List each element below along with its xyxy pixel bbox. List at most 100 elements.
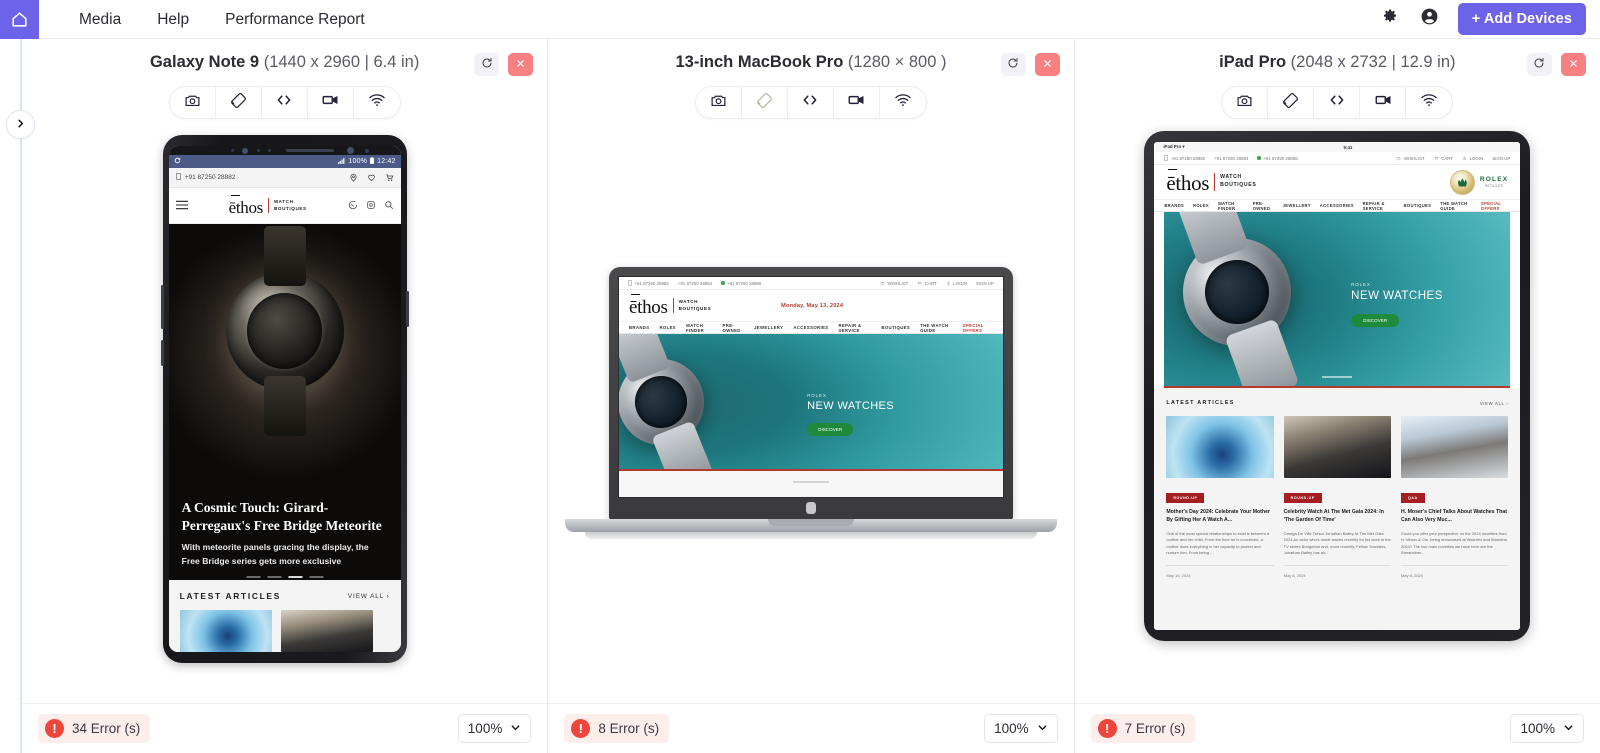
site-logo[interactable]: ēthos WATCH BOUTIQUES [1166,169,1256,194]
whatsapp-icon[interactable] [348,197,358,215]
error-badge[interactable]: ! 34 Error (s) [38,714,151,743]
carousel-dot[interactable] [309,576,324,578]
utility-wishlist[interactable]: WISHLIST [1396,156,1425,161]
article-thumbnail[interactable] [179,610,272,652]
utility-phone-1[interactable]: +91 87250 28882 [1164,155,1205,161]
zoom-select[interactable]: 100% [457,714,532,743]
nav-item-watch-finder[interactable]: WATCH FINDER [1218,201,1244,211]
nav-item-watch-finder[interactable]: WATCH FINDER [686,323,713,333]
utility-login[interactable]: LOGIN [1462,156,1483,161]
laptop-viewport[interactable]: +91 87250 28882 +91 87250 28884 +91 8725… [617,276,1004,498]
utility-phone-2[interactable]: +91 87250 28884 [1214,156,1248,161]
rolex-retailer-badge[interactable]: ROLEX RETAILER [1449,169,1508,195]
nav-item-repair-service[interactable]: REPAIR & SERVICE [838,323,871,333]
phone-hero-article[interactable]: A Cosmic Touch: Girard-Perregaux's Free … [168,224,401,580]
hero-cta-button[interactable]: DISCOVER [807,423,854,437]
record-button[interactable] [834,87,880,118]
devtools-button[interactable] [262,87,308,118]
sidebar-expand-button[interactable] [6,110,35,139]
nav-item-rolex[interactable]: ROLEX [659,325,676,330]
carousel-dot[interactable] [267,576,282,578]
record-button[interactable] [1360,87,1407,118]
phone-viewport[interactable]: 100% 12:42 +91 87250 28882 ēthos WATCH B… [168,146,401,652]
utility-phone-3[interactable]: +91 87250 28886 [721,281,761,286]
carousel-dots[interactable] [246,576,324,578]
menu-item-media[interactable]: Media [61,0,139,39]
utility-phone-2[interactable]: +91 87250 28884 [678,281,712,286]
utility-cart[interactable]: CART [917,281,937,286]
article-card[interactable]: Q&A H. Moser's Chief Talks About Watches… [1400,416,1509,578]
wishlist-heart-icon[interactable] [367,169,376,187]
add-devices-button[interactable]: + Add Devices [1457,3,1586,35]
network-button[interactable] [354,87,400,118]
nav-item-boutiques[interactable]: BOUTIQUES [1404,203,1432,208]
record-button[interactable] [308,87,354,118]
screenshot-button[interactable] [1222,87,1269,118]
utility-phone-1[interactable]: +91 87250 28882 [627,280,669,286]
nav-item-jewellery[interactable]: JEWELLERY [754,325,783,330]
nav-item-jewellery[interactable]: JEWELLERY [1283,203,1311,208]
close-button[interactable] [1034,53,1060,76]
laptop-hero-banner[interactable]: ROLEX NEW WATCHES DISCOVER [618,334,1003,471]
site-logo[interactable]: ēthos WATCH BOUTIQUES [629,293,711,317]
utility-signup[interactable]: SIGN UP [1492,156,1510,161]
rotate-button[interactable] [216,87,262,118]
carousel-indicator[interactable] [1322,376,1353,378]
nav-item-special-offers[interactable]: SPECIAL OFFERS [1481,201,1510,211]
error-badge[interactable]: ! 8 Error (s) [564,714,670,743]
utility-phone-3[interactable]: +91 87250 28886 [1257,156,1298,161]
nav-item-special-offers[interactable]: SPECIAL OFFERS [963,323,993,333]
utility-signup[interactable]: SIGN UP [976,281,994,286]
location-pin-icon[interactable] [349,169,358,187]
devtools-button[interactable] [788,87,834,118]
cart-icon[interactable] [385,169,394,187]
zoom-select[interactable]: 100% [984,714,1058,743]
nav-item-pre-owned[interactable]: PRE-OWNED [723,323,745,333]
article-card[interactable]: ROUND-UP Celebrity Watch At The Met Gala… [1283,416,1391,578]
utility-cart[interactable]: CART [1434,156,1453,161]
settings-button[interactable] [1378,7,1402,31]
menu-item-performance-report[interactable]: Performance Report [207,0,383,39]
screenshot-button[interactable] [696,87,742,118]
phone-contact[interactable]: +91 87250 28882 [175,173,235,182]
network-button[interactable] [880,87,926,118]
hamburger-menu-icon[interactable] [175,197,188,215]
reload-button[interactable] [1000,53,1026,76]
nav-item-brands[interactable]: BRANDS [1164,203,1184,208]
hero-cta-button[interactable]: DISCOVER [1351,313,1400,327]
nav-item-accessories[interactable]: ACCESSORIES [1320,203,1354,208]
tablet-hero-banner[interactable]: ROLEX NEW WATCHES DISCOVER [1164,212,1511,388]
reload-button[interactable] [474,53,500,76]
close-button[interactable] [1560,53,1586,76]
close-button[interactable] [508,53,534,76]
carousel-dot[interactable] [246,576,261,578]
utility-wishlist[interactable]: WISHLIST [880,281,908,286]
site-logo[interactable]: ēthos WATCH BOUTIQUES [229,194,307,216]
search-icon[interactable] [384,197,394,215]
view-all-link[interactable]: VIEW ALL › [348,593,390,600]
network-button[interactable] [1406,87,1452,118]
store-locator-icon[interactable] [366,197,376,215]
nav-item-pre-owned[interactable]: PRE-OWNED [1253,201,1274,211]
article-thumbnail[interactable] [280,610,373,652]
menu-item-help[interactable]: Help [139,0,207,39]
rotate-button[interactable] [1268,87,1315,118]
reload-button[interactable] [1526,53,1552,76]
nav-item-watch-guide[interactable]: THE WATCH GUIDE [920,323,953,333]
error-badge[interactable]: ! 7 Error (s) [1090,714,1196,743]
nav-item-boutiques[interactable]: BOUTIQUES [881,325,910,330]
home-button[interactable] [0,0,39,39]
carousel-dot-active[interactable] [288,576,303,578]
nav-item-watch-guide[interactable]: THE WATCH GUIDE [1440,201,1472,211]
nav-item-brands[interactable]: BRANDS [629,325,649,330]
nav-item-accessories[interactable]: ACCESSORIES [793,325,828,330]
account-button[interactable] [1418,7,1442,31]
devtools-button[interactable] [1314,87,1361,118]
nav-item-repair-service[interactable]: REPAIR & SERVICE [1363,201,1395,211]
article-card[interactable]: ROUND-UP Mother's Day 2024: Celebrate Yo… [1166,416,1274,578]
utility-login[interactable]: LOGIN [946,281,967,286]
tablet-viewport[interactable]: iPad Pro ▾ 9:41 +91 87250 28882 +91 8725… [1154,142,1521,630]
zoom-select[interactable]: 100% [1510,714,1584,743]
nav-item-rolex[interactable]: ROLEX [1193,203,1209,208]
screenshot-button[interactable] [170,87,216,118]
